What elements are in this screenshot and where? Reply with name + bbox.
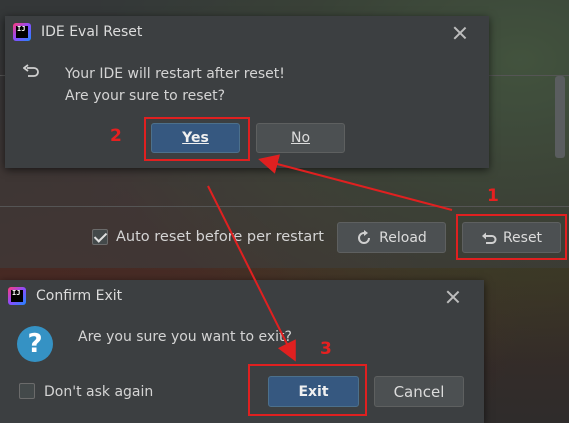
arrow-reset-to-yes (258, 154, 453, 211)
arrow-yes-to-exit (207, 185, 296, 362)
annotation-arrows (207, 154, 453, 362)
